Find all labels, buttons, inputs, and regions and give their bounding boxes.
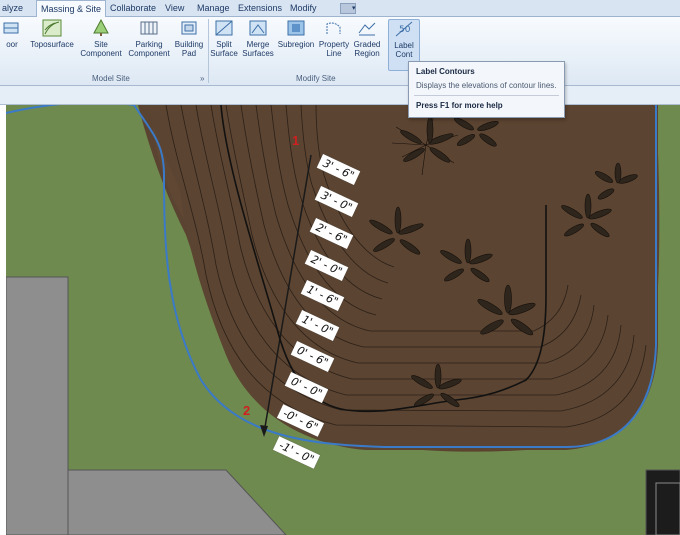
building-south — [67, 469, 287, 535]
panel-expander-icon[interactable]: » — [200, 74, 204, 83]
tab-extensions[interactable]: Extensions — [238, 1, 282, 15]
property-line-icon — [326, 22, 341, 34]
tooltip-divider — [414, 95, 559, 96]
label-contours-icon: 50 — [395, 21, 413, 37]
point-marker-2: 2 — [243, 403, 251, 418]
panel-label-model-site: Model Site — [92, 74, 130, 83]
tab-analyze[interactable]: alyze — [2, 1, 23, 15]
dropdown-arrow-icon[interactable]: ▾ — [352, 4, 356, 12]
site-plan-view[interactable]: 1 2 3' - 6" 3' - 0" 2' - 6" 2' - 0" 1' -… — [6, 105, 680, 535]
building-pad-button[interactable]: Building Pad — [172, 19, 206, 58]
ribbon: oor Toposurface Site Component Parking C… — [0, 17, 680, 86]
tab-view[interactable]: View — [165, 1, 184, 15]
svg-text:50: 50 — [399, 25, 411, 35]
tooltip-title: Label Contours — [416, 67, 475, 76]
tab-collaborate[interactable]: Collaborate — [110, 1, 156, 15]
floor-button[interactable]: oor — [2, 19, 22, 49]
panel-separator — [208, 19, 209, 83]
building-east — [645, 469, 680, 535]
floor-icon — [3, 22, 19, 34]
graded-region-button[interactable]: Graded Region — [350, 19, 384, 58]
tab-massing-site[interactable]: Massing & Site — [36, 0, 107, 17]
merge-surfaces-icon — [249, 20, 267, 36]
tab-manage[interactable]: Manage — [197, 1, 230, 15]
split-surface-icon — [215, 20, 233, 36]
tab-modify[interactable]: Modify — [290, 1, 317, 15]
merge-surfaces-button[interactable]: Merge Surfaces — [240, 19, 276, 58]
subregion-icon — [287, 20, 305, 36]
panel-label-modify-site: Modify Site — [296, 74, 336, 83]
split-surface-button[interactable]: Split Surface — [210, 19, 238, 58]
building-west — [6, 276, 69, 535]
site-component-button[interactable]: Site Component — [78, 19, 124, 58]
property-line-button[interactable]: Property Line — [316, 19, 352, 58]
subregion-button[interactable]: Subregion — [274, 19, 318, 49]
revit-window: alyze Massing & Site Collaborate View Ma… — [0, 0, 680, 535]
toposurface-icon — [42, 19, 62, 37]
tooltip-description: Displays the elevations of contour lines… — [416, 81, 557, 90]
point-marker-1: 1 — [292, 133, 300, 148]
label-contours-tooltip: Label Contours Displays the elevations o… — [408, 61, 565, 118]
parking-icon — [140, 21, 158, 35]
tree-icon — [93, 19, 109, 36]
ribbon-tab-bar: alyze Massing & Site Collaborate View Ma… — [0, 0, 680, 17]
tooltip-help: Press F1 for more help — [416, 101, 503, 110]
toposurface-button[interactable]: Toposurface — [28, 19, 76, 49]
parking-component-button[interactable]: Parking Component — [126, 19, 172, 58]
building-pad-icon — [181, 21, 197, 35]
graded-region-icon — [358, 22, 376, 36]
options-bar — [0, 86, 680, 105]
